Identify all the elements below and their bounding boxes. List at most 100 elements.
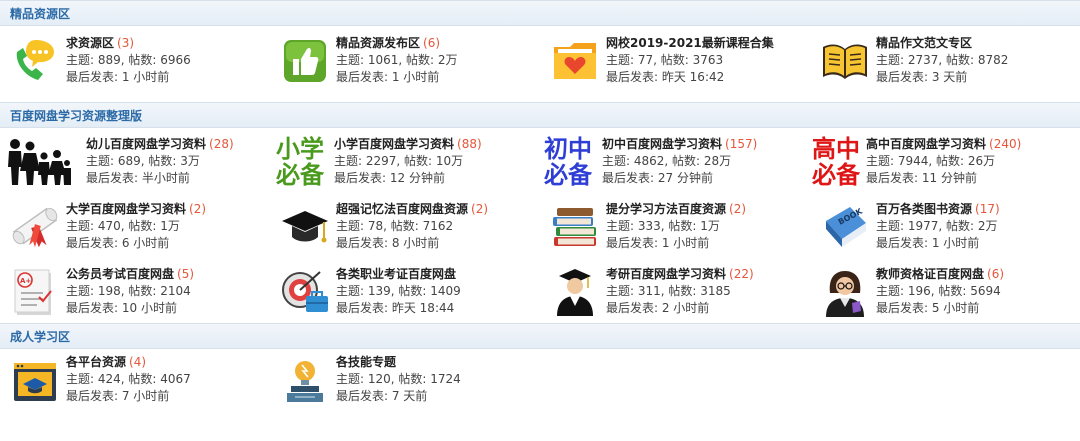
primary-school-icon[interactable]: 小学 必备 xyxy=(270,134,330,190)
forum-new-count: (5) xyxy=(177,267,195,281)
forum-stats: 主题: 196, 帖数: 5694 xyxy=(876,284,1001,298)
diploma-icon[interactable] xyxy=(10,202,60,252)
forum-stats: 主题: 2737, 帖数: 8782 xyxy=(876,53,1009,67)
graduate-icon[interactable] xyxy=(550,267,600,317)
forum-item[interactable]: 高中 必备 高中百度网盘学习资料 (240) 主题: 7944, 帖数: 26万 … xyxy=(810,128,1080,193)
target-briefcase-icon[interactable] xyxy=(280,267,330,317)
forum-new-count: (6) xyxy=(423,36,441,50)
forum-stats: 主题: 2297, 帖数: 10万 xyxy=(334,154,464,168)
forum-new-count: (157) xyxy=(725,137,758,151)
forum-new-count: (17) xyxy=(975,202,1000,216)
forum-last-post[interactable]: 最后发表: 半小时前 xyxy=(86,170,234,187)
forum-item[interactable]: 幼儿百度网盘学习资料 (28) 主题: 689, 帖数: 3万 最后发表: 半小时… xyxy=(0,128,270,193)
forum-title[interactable]: 教师资格证百度网盘 xyxy=(876,267,984,281)
forum-stats: 主题: 311, 帖数: 3185 xyxy=(606,284,731,298)
high-school-icon[interactable]: 高中 必备 xyxy=(806,134,866,190)
forum-item[interactable]: 初中 必备 初中百度网盘学习资料 (157) 主题: 4862, 帖数: 28万 … xyxy=(540,128,810,193)
forum-last-post[interactable]: 最后发表: 8 小时前 xyxy=(336,235,488,252)
forum-item[interactable]: 各类职业考证百度网盘 主题: 139, 帖数: 1409 最后发表: 昨天 18… xyxy=(270,258,540,323)
forum-item[interactable]: 各技能专题 主题: 120, 帖数: 1724 最后发表: 7 天前 xyxy=(270,349,540,416)
forum-title[interactable]: 精品作文范文专区 xyxy=(876,36,972,50)
idea-lightbulb-icon[interactable] xyxy=(280,357,330,407)
graduation-cap-icon[interactable] xyxy=(280,202,330,252)
forum-item[interactable]: 精品资源发布区 (6) 主题: 1061, 帖数: 2万 最后发表: 1 小时前 xyxy=(270,26,540,102)
forum-item[interactable]: A+ 公务员考试百度网盘 (5) 主题: 198, 帖数: 2104 最后发表: … xyxy=(0,258,270,323)
forum-title[interactable]: 求资源区 xyxy=(66,36,114,50)
forum-title[interactable]: 大学百度网盘学习资料 xyxy=(66,202,186,216)
middle-school-icon[interactable]: 初中 必备 xyxy=(538,134,598,190)
forum-last-post[interactable]: 最后发表: 10 小时前 xyxy=(66,300,194,317)
forum-last-post[interactable]: 最后发表: 1 小时前 xyxy=(876,235,1000,252)
forum-item[interactable]: 小学 必备 小学百度网盘学习资料 (88) 主题: 2297, 帖数: 10万 最… xyxy=(270,128,540,193)
forum-item[interactable]: 网校2019-2021最新课程合集 主题: 77, 帖数: 3763 最后发表:… xyxy=(540,26,810,102)
forum-last-post[interactable]: 最后发表: 1 小时前 xyxy=(66,69,191,86)
exam-paper-icon[interactable]: A+ xyxy=(10,267,60,317)
folder-heart-icon[interactable] xyxy=(550,36,600,86)
blue-book-icon[interactable]: BOOK xyxy=(820,202,870,252)
forum-title[interactable]: 高中百度网盘学习资料 xyxy=(866,137,986,151)
online-course-icon[interactable] xyxy=(10,357,60,407)
forum-stats: 主题: 139, 帖数: 1409 xyxy=(336,284,461,298)
forum-item[interactable]: 各平台资源 (4) 主题: 424, 帖数: 4067 最后发表: 7 小时前 xyxy=(0,349,270,416)
forum-stats: 主题: 470, 帖数: 1万 xyxy=(66,219,180,233)
forum-last-post[interactable]: 最后发表: 7 天前 xyxy=(336,388,461,405)
forum-last-post[interactable]: 最后发表: 7 小时前 xyxy=(66,388,191,405)
forum-last-post[interactable]: 最后发表: 5 小时前 xyxy=(876,300,1004,317)
icon-text-line: 高中 xyxy=(812,135,860,163)
forum-new-count: (22) xyxy=(729,267,754,281)
forum-item[interactable]: 精品作文范文专区 主题: 2737, 帖数: 8782 最后发表: 3 天前 xyxy=(810,26,1080,102)
forum-grid-adult: 各平台资源 (4) 主题: 424, 帖数: 4067 最后发表: 7 小时前 各… xyxy=(0,349,1080,416)
section-header-adult[interactable]: 成人学习区 xyxy=(0,323,1080,349)
forum-item[interactable]: 提分学习方法百度资源 (2) 主题: 333, 帖数: 1万 最后发表: 1 小时… xyxy=(540,193,810,258)
teacher-icon[interactable] xyxy=(820,267,870,317)
forum-item[interactable]: 大学百度网盘学习资料 (2) 主题: 470, 帖数: 1万 最后发表: 6 小时… xyxy=(0,193,270,258)
forum-title[interactable]: 精品资源发布区 xyxy=(336,36,420,50)
forum-new-count: (2) xyxy=(729,202,747,216)
forum-last-post[interactable]: 最后发表: 昨天 18:44 xyxy=(336,300,461,317)
forum-last-post[interactable]: 最后发表: 1 小时前 xyxy=(606,235,746,252)
forum-new-count: (2) xyxy=(189,202,207,216)
forum-item[interactable]: 超强记忆法百度网盘资源 (2) 主题: 78, 帖数: 7162 最后发表: 8 … xyxy=(270,193,540,258)
icon-text-line: 必备 xyxy=(812,161,860,189)
forum-grid-baidu-pan: 幼儿百度网盘学习资料 (28) 主题: 689, 帖数: 3万 最后发表: 半小时… xyxy=(0,128,1080,323)
forum-title[interactable]: 公务员考试百度网盘 xyxy=(66,267,174,281)
phone-chat-icon[interactable] xyxy=(10,36,60,86)
forum-last-post[interactable]: 最后发表: 11 分钟前 xyxy=(866,170,1021,187)
forum-title[interactable]: 百万各类图书资源 xyxy=(876,202,972,216)
forum-stats: 主题: 7944, 帖数: 26万 xyxy=(866,154,996,168)
forum-last-post[interactable]: 最后发表: 6 小时前 xyxy=(66,235,206,252)
forum-item[interactable]: BOOK 百万各类图书资源 (17) 主题: 1977, 帖数: 2万 最后发表:… xyxy=(810,193,1080,258)
forum-title[interactable]: 初中百度网盘学习资料 xyxy=(602,137,722,151)
forum-item[interactable]: 求资源区 (3) 主题: 889, 帖数: 6966 最后发表: 1 小时前 xyxy=(0,26,270,102)
forum-title[interactable]: 各类职业考证百度网盘 xyxy=(336,267,456,281)
forum-title[interactable]: 提分学习方法百度资源 xyxy=(606,202,726,216)
forum-title[interactable]: 考研百度网盘学习资料 xyxy=(606,267,726,281)
icon-text-line: 必备 xyxy=(276,161,324,189)
forum-title[interactable]: 各平台资源 xyxy=(66,355,126,369)
forum-last-post[interactable]: 最后发表: 12 分钟前 xyxy=(334,170,482,187)
forum-item[interactable]: 教师资格证百度网盘 (6) 主题: 196, 帖数: 5694 最后发表: 5 小… xyxy=(810,258,1080,323)
open-book-icon[interactable] xyxy=(820,36,870,86)
thumbs-up-icon[interactable] xyxy=(280,36,330,86)
book-stack-icon[interactable] xyxy=(550,202,600,252)
family-icon[interactable] xyxy=(6,137,72,187)
forum-title[interactable]: 各技能专题 xyxy=(336,355,396,369)
forum-stats: 主题: 198, 帖数: 2104 xyxy=(66,284,191,298)
forum-title[interactable]: 网校2019-2021最新课程合集 xyxy=(606,36,774,50)
forum-title[interactable]: 小学百度网盘学习资料 xyxy=(334,137,454,151)
forum-new-count: (6) xyxy=(987,267,1005,281)
forum-new-count: (28) xyxy=(209,137,234,151)
forum-title[interactable]: 幼儿百度网盘学习资料 xyxy=(86,137,206,151)
forum-last-post[interactable]: 最后发表: 1 小时前 xyxy=(336,69,458,86)
forum-title[interactable]: 超强记忆法百度网盘资源 xyxy=(336,202,468,216)
forum-stats: 主题: 4862, 帖数: 28万 xyxy=(602,154,732,168)
section-header-baidu-pan[interactable]: 百度网盘学习资源整理版 xyxy=(0,102,1080,128)
forum-last-post[interactable]: 最后发表: 昨天 16:42 xyxy=(606,69,777,86)
forum-last-post[interactable]: 最后发表: 27 分钟前 xyxy=(602,170,757,187)
forum-last-post[interactable]: 最后发表: 3 天前 xyxy=(876,69,1008,86)
section-header-premium[interactable]: 精品资源区 xyxy=(0,0,1080,26)
forum-item[interactable]: 考研百度网盘学习资料 (22) 主题: 311, 帖数: 3185 最后发表: 2… xyxy=(540,258,810,323)
forum-stats: 主题: 1977, 帖数: 2万 xyxy=(876,219,998,233)
grade-label: A+ xyxy=(20,277,31,285)
forum-last-post[interactable]: 最后发表: 2 小时前 xyxy=(606,300,754,317)
